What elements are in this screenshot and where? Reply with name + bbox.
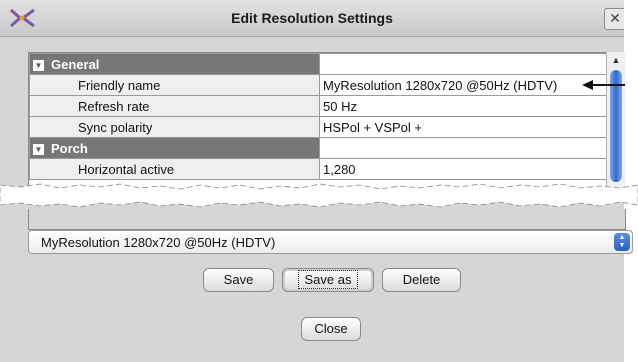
edit-resolution-dialog: Edit Resolution Settings ✕ ▼ General Frie… bbox=[0, 0, 638, 362]
property-name: Friendly name bbox=[29, 74, 320, 96]
grid-scrollbar[interactable]: ▲ bbox=[606, 52, 625, 188]
section-label: Porch bbox=[51, 140, 88, 156]
property-row[interactable]: Friendly name MyResolution 1280x720 @50H… bbox=[29, 74, 610, 96]
property-name: Sync polarity bbox=[29, 116, 320, 138]
save-as-label: Save as bbox=[297, 270, 359, 289]
section-label: General bbox=[51, 56, 100, 72]
property-grid: ▼ General Friendly name MyResolution 1280… bbox=[28, 52, 611, 190]
collapse-icon[interactable]: ▼ bbox=[33, 59, 44, 71]
callout-arrow-icon bbox=[582, 80, 593, 90]
torn-edge bbox=[0, 183, 638, 208]
dialog-title: Edit Resolution Settings bbox=[231, 10, 393, 26]
dropdown-arrows-icon[interactable]: ▲ ▼ bbox=[614, 233, 630, 251]
title-bar[interactable]: Edit Resolution Settings ✕ bbox=[0, 0, 626, 37]
property-name: Refresh rate bbox=[29, 95, 320, 117]
property-value[interactable]: 50 Hz bbox=[319, 95, 610, 117]
property-value[interactable]: MyResolution 1280x720 @50Hz (HDTV) bbox=[319, 74, 610, 96]
window-edge bbox=[624, 0, 638, 362]
delete-button[interactable]: Delete bbox=[382, 268, 461, 292]
close-icon[interactable]: ✕ bbox=[604, 8, 626, 30]
grid-bottom-edge bbox=[28, 209, 626, 230]
scroll-up-arrow-icon[interactable]: ▲ bbox=[607, 52, 625, 68]
close-button[interactable]: Close bbox=[301, 317, 361, 341]
callout-arrow-line bbox=[591, 84, 625, 86]
resolution-dropdown[interactable]: MyResolution 1280x720 @50Hz (HDTV) ▲ ▼ bbox=[28, 230, 633, 254]
save-as-button[interactable]: Save as bbox=[282, 268, 374, 292]
scroll-thumb[interactable] bbox=[610, 70, 622, 182]
property-value[interactable]: HSPol + VSPol + bbox=[319, 116, 610, 138]
save-button[interactable]: Save bbox=[203, 268, 274, 292]
property-row[interactable]: Horizontal active 1,280 bbox=[29, 158, 610, 180]
collapse-icon[interactable]: ▼ bbox=[33, 143, 44, 155]
property-name: Horizontal active bbox=[29, 158, 320, 180]
dropdown-value: MyResolution 1280x720 @50Hz (HDTV) bbox=[41, 235, 276, 250]
property-value[interactable]: 1,280 bbox=[319, 158, 610, 180]
property-row[interactable]: Sync polarity HSPol + VSPol + bbox=[29, 116, 610, 138]
section-header-porch[interactable]: ▼ Porch bbox=[29, 137, 610, 159]
section-header-general[interactable]: ▼ General bbox=[29, 53, 610, 75]
property-row[interactable]: Refresh rate 50 Hz bbox=[29, 95, 610, 117]
